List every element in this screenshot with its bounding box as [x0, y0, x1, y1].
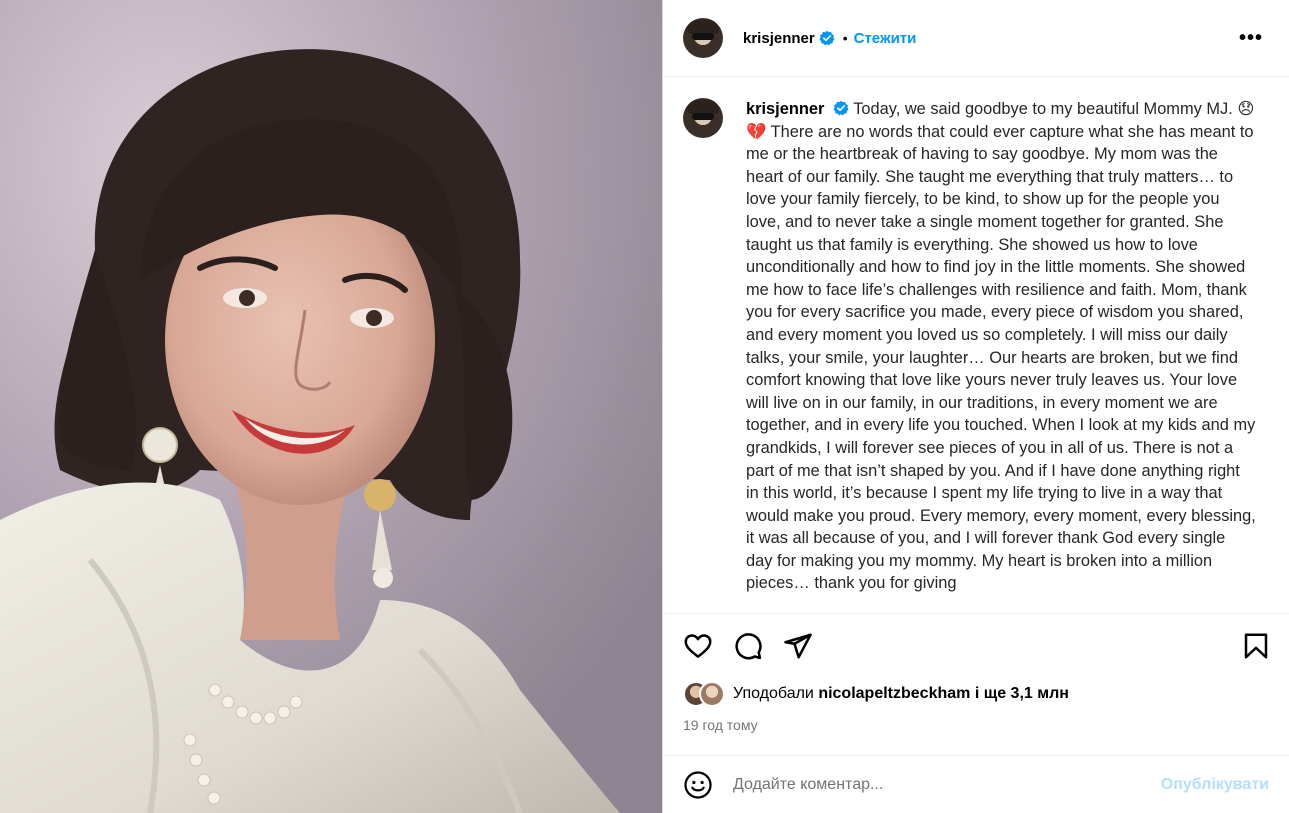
caption-author-avatar[interactable]: [683, 98, 723, 138]
author-username[interactable]: krisjenner: [743, 30, 815, 47]
bookmark-icon[interactable]: [1241, 631, 1271, 661]
comment-input[interactable]: [733, 775, 1161, 794]
share-icon[interactable]: [783, 631, 813, 661]
portrait-image: [0, 0, 662, 813]
caption-text: Today, we said goodbye to my beautiful M…: [746, 100, 1256, 593]
verified-badge-icon: [819, 30, 835, 46]
emoji-icon[interactable]: [683, 770, 713, 800]
comment-bar: Опублікувати: [663, 755, 1289, 813]
post-photo[interactable]: [0, 0, 662, 813]
caption: krisjenner Today, we said goodbye to my …: [746, 98, 1256, 613]
likes-prefix: Уподобали: [733, 685, 814, 702]
separator-dot: •: [842, 30, 848, 46]
publish-button[interactable]: Опублікувати: [1161, 776, 1269, 794]
post-dialog: krisjenner • Стежити ••• krisjenner Toda…: [0, 0, 1289, 813]
more-options-icon[interactable]: •••: [1239, 27, 1269, 50]
post-header: krisjenner • Стежити •••: [663, 0, 1289, 77]
likes-user-link[interactable]: nicolapeltzbeckham: [818, 685, 970, 703]
avatar-glasses: [692, 113, 714, 120]
likes-count[interactable]: і ще 3,1 млн: [975, 685, 1069, 703]
comment-icon[interactable]: [733, 631, 763, 661]
liker-avatars[interactable]: [683, 681, 727, 707]
follow-button[interactable]: Стежити: [854, 30, 917, 47]
verified-badge-icon: [833, 100, 849, 116]
avatar-hair: [687, 100, 719, 114]
avatar-hair: [687, 20, 719, 34]
caption-username[interactable]: krisjenner: [746, 100, 824, 118]
post-timestamp[interactable]: 19 год тому: [663, 711, 1289, 745]
action-bar: [663, 613, 1289, 677]
post-side-panel: krisjenner • Стежити ••• krisjenner Toda…: [662, 0, 1289, 813]
author-avatar[interactable]: [683, 18, 723, 58]
liker-avatar: [699, 681, 725, 707]
caption-area: krisjenner Today, we said goodbye to my …: [663, 77, 1289, 613]
likes-summary: Уподобали nicolapeltzbeckham і ще 3,1 мл…: [663, 677, 1289, 711]
heart-icon[interactable]: [683, 631, 713, 661]
avatar-glasses: [692, 33, 714, 40]
